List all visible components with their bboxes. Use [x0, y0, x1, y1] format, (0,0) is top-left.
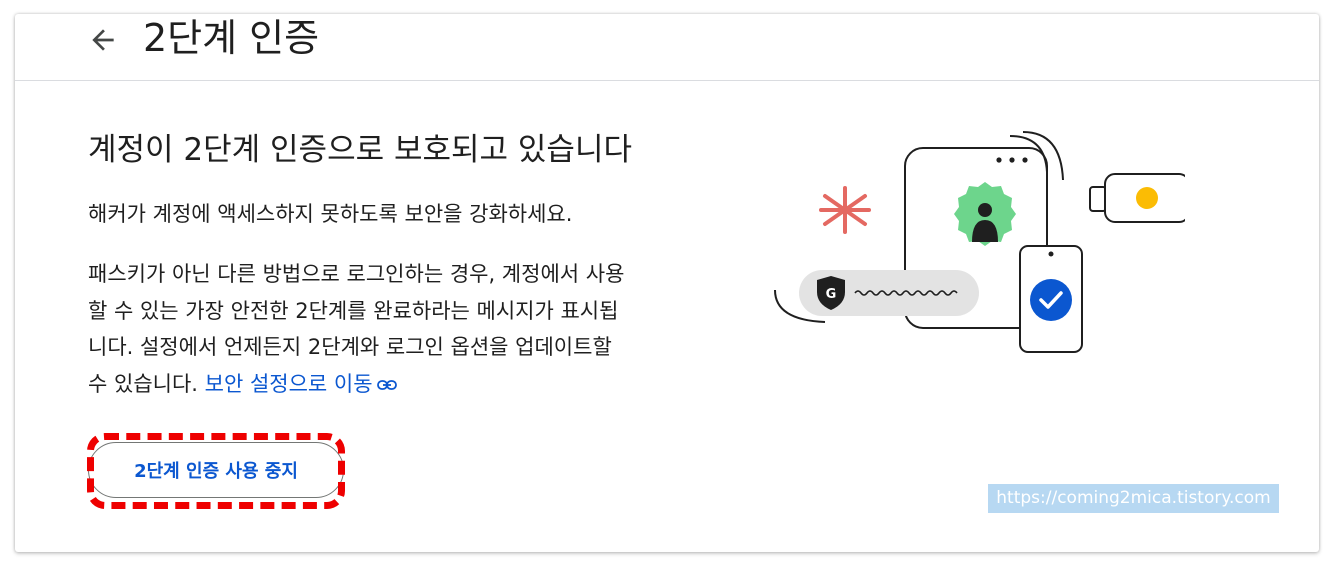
description-text: 해커가 계정에 액세스하지 못하도록 보안을 강화하세요. [88, 202, 573, 226]
two-step-card: 2단계 인증 계정이 2단계 인증으로 보호되고 있습니다 해커가 계정에 액세… [15, 14, 1319, 552]
link-label: 보안 설정으로 이동 [204, 371, 373, 396]
headline: 계정이 2단계 인증으로 보호되고 있습니다 [88, 132, 632, 168]
security-settings-link[interactable]: 보안 설정으로 이동 [205, 372, 397, 396]
info-paragraph: 패스키가 아닌 다른 방법으로 로그인하는 경우, 계정에서 사용 할 수 있는… [88, 256, 728, 403]
link-icon [376, 366, 397, 403]
info-line: 패스키가 아닌 다른 방법으로 로그인하는 경우, 계정에서 사용 [88, 262, 625, 286]
page-title: 2단계 인증 [143, 16, 320, 60]
asterisk-icon [819, 186, 871, 234]
info-line: 수 있습니다. [88, 371, 198, 396]
security-illustration: G [755, 120, 1190, 364]
disable-2sv-button[interactable]: 2단계 인증 사용 중지 [88, 442, 344, 498]
svg-text:G: G [826, 287, 837, 302]
info-line: 할 수 있는 가장 안전한 2단계를 완료하라는 메시지가 표시됩 [88, 298, 619, 323]
check-icon [1019, 245, 1083, 353]
info-line-last: 수 있습니다. 보안 설정으로 이동 [88, 366, 728, 403]
header-bar: 2단계 인증 [15, 14, 1319, 81]
info-line: 니다. 설정에서 언제든지 2단계와 로그인 옵션을 업데이트할 [88, 335, 612, 359]
security-key-icon [1089, 173, 1190, 223]
watermark: https://coming2mica.tistory.com [988, 484, 1279, 513]
shield-g-icon: G [799, 270, 979, 316]
arrow-back-icon[interactable] [87, 24, 119, 56]
